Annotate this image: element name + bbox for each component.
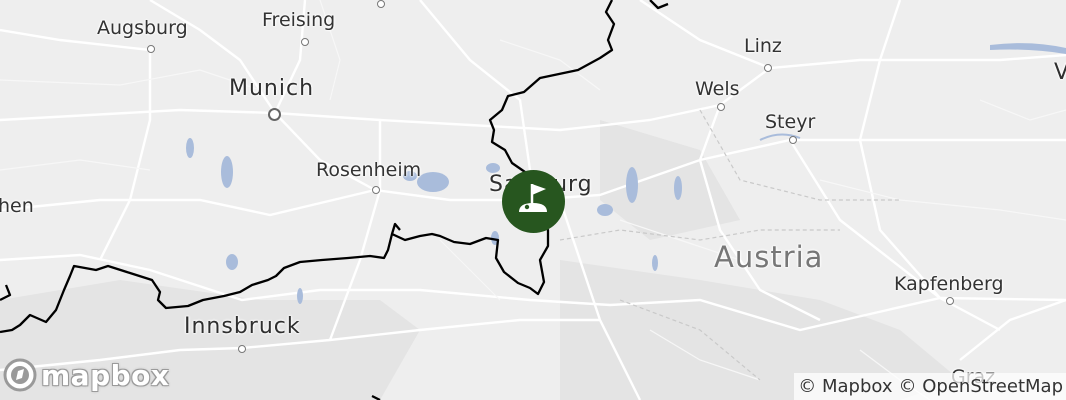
- place-label-innsbruck: Innsbruck: [184, 314, 301, 339]
- steyr-dot: [789, 136, 797, 144]
- map-attribution: © Mapbox © OpenStreetMap: [794, 373, 1066, 400]
- innsbruck-dot: [238, 345, 246, 353]
- place-label-partial-east: V: [1054, 60, 1066, 85]
- country-label-austria: Austria: [714, 240, 824, 274]
- place-label-partial-west: hen: [0, 195, 34, 217]
- map-canvas[interactable]: Augsburg Freising Munich Linz Wels Steyr…: [0, 0, 1066, 400]
- mapbox-logo[interactable]: mapbox: [2, 356, 169, 394]
- place-label-rosenheim: Rosenheim: [316, 159, 422, 181]
- freising-dot: [301, 38, 309, 46]
- munich-dot: [268, 108, 281, 121]
- place-label-munich: Munich: [229, 76, 315, 101]
- place-label-steyr: Steyr: [765, 111, 816, 133]
- place-label-augsburg: Augsburg: [97, 17, 188, 39]
- augsburg-dot: [147, 45, 155, 53]
- golf-flag-icon: [519, 184, 547, 212]
- place-label-linz: Linz: [744, 35, 782, 57]
- mapbox-logo-icon: [3, 358, 37, 392]
- mapbox-logo-text: mapbox: [41, 358, 170, 392]
- attribution-osm-link[interactable]: © OpenStreetMap: [899, 376, 1063, 397]
- linz-dot: [764, 64, 772, 72]
- attribution-mapbox-link[interactable]: © Mapbox: [798, 376, 892, 397]
- place-label-freising: Freising: [262, 9, 336, 31]
- place-label-wels: Wels: [695, 78, 740, 100]
- rosenheim-dot: [372, 186, 380, 194]
- golf-course-marker[interactable]: [502, 170, 565, 233]
- place-label-kapfenberg: Kapfenberg: [894, 273, 1004, 295]
- wels-dot: [717, 103, 725, 111]
- town-dot: [377, 0, 385, 8]
- kapfenberg-dot: [946, 297, 954, 305]
